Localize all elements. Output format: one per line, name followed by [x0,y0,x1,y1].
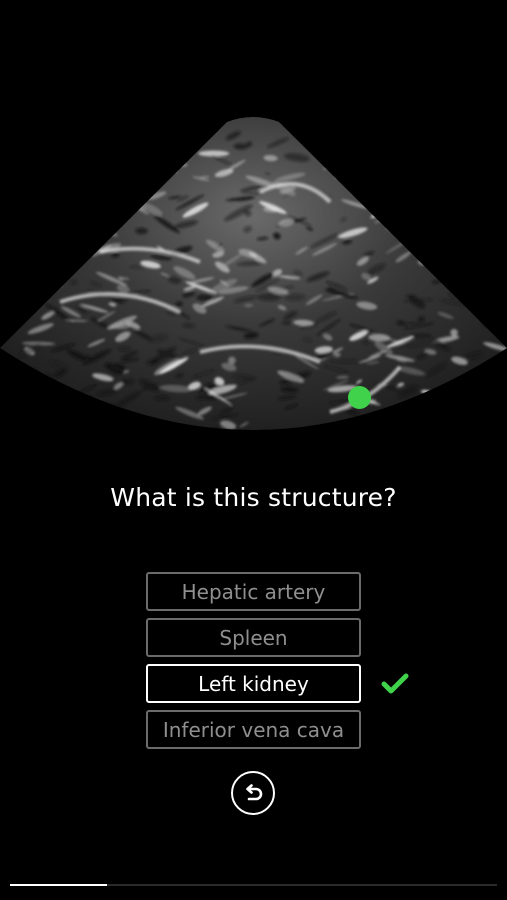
option-left-kidney[interactable]: Left kidney [146,664,361,703]
undo-arrow-icon [246,784,263,801]
structure-marker-dot [348,386,371,409]
ultrasound-fan [0,117,507,430]
checkmark-icon [381,673,409,694]
undo-button[interactable] [231,771,275,815]
progress-bar-fill [10,884,108,886]
answer-options: Hepatic artery Spleen Left kidney Inferi… [146,572,361,756]
ultrasound-image [0,112,507,457]
option-spleen[interactable]: Spleen [146,618,361,657]
option-hepatic-artery[interactable]: Hepatic artery [146,572,361,611]
progress-bar [10,884,497,886]
option-inferior-vena-cava[interactable]: Inferior vena cava [146,710,361,749]
question-text: What is this structure? [110,483,397,512]
